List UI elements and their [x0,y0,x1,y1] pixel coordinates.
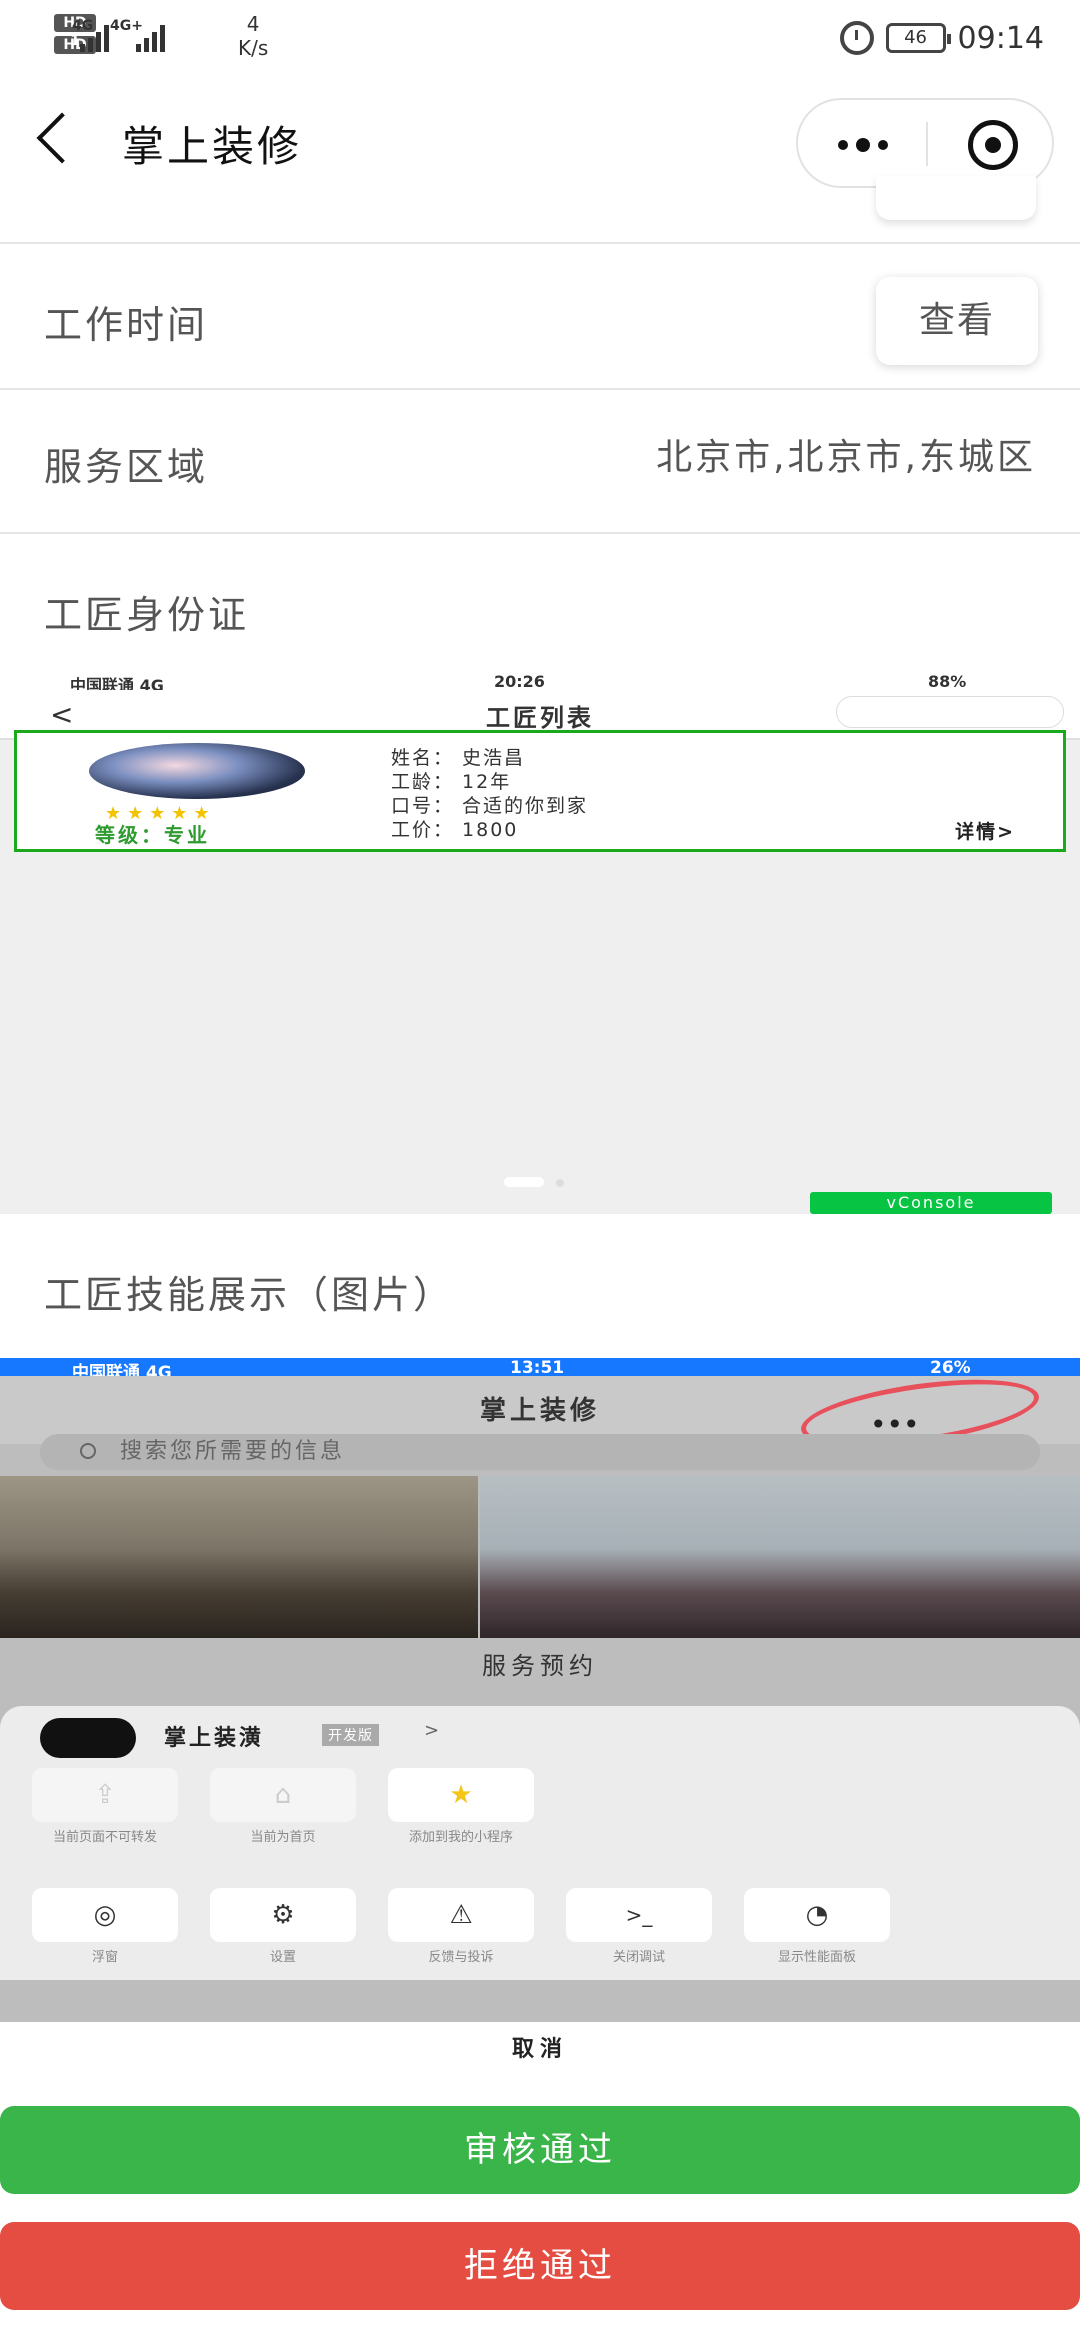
shot2-battery: 26% [930,1358,971,1378]
share-option-label: 当前页面不可转发 [52,1830,157,1845]
alarm-icon [839,21,874,55]
search-icon [80,1443,96,1459]
shot1-time: 20:26 [494,672,545,691]
home-icon: ⌂ [210,1768,356,1822]
vconsole-badge: vConsole [810,1192,1052,1214]
back-arrow-icon[interactable] [36,112,88,164]
id-card-label: 工匠身份证 [44,593,250,637]
status-bar: HD 1 HD 2 4G 4G+ 4 K/s 46 09:14 [0,0,1080,80]
carousel-indicator [504,1172,564,1191]
float-option-label: 浮窗 [91,1950,118,1965]
terminal-icon: >_ [566,1888,712,1942]
net-speed-value: 4 [246,12,260,36]
work-time-row: 工作时间 查看 [0,242,1080,388]
service-area-value: 北京市,北京市,东城区 [656,437,1036,478]
add-option-label: 添加到我的小程序 [408,1830,513,1845]
home-option: ⌂ 当前为首页 [210,1768,356,1845]
net-speed-unit: K/s [238,36,269,60]
craftsman-avatar [89,743,305,799]
craftsman-level: 等级：专业 [95,823,210,847]
settings-option: ⚙ 设置 [210,1888,356,1965]
sheet-cancel: 取消 [0,2022,1080,2078]
battery-icon: 46 [885,23,951,53]
shot2-search-bar: 搜索您所需要的信息 [40,1434,1040,1470]
skill-label: 工匠技能展示（图片） [44,1273,455,1317]
id-card-row: 工匠身份证 [0,532,1080,672]
craftsman-price: 工价： 1800 [391,819,519,841]
miniprogram-logo [40,1718,136,1758]
float-icon: ◎ [32,1888,178,1942]
miniprogram-capsule [796,98,1054,188]
shot2-service-label: 服务预约 [482,1652,598,1680]
capsule-divider [926,122,928,166]
share-option: ⇪ 当前页面不可转发 [32,1768,178,1845]
view-work-time-button[interactable]: 查看 [876,277,1038,365]
close-miniprogram-icon[interactable] [968,120,1018,170]
craftsman-card: ★★★★★ 等级：专业 姓名： 史浩昌 工龄： 12年 口号： 合适的你到家 工… [14,730,1066,852]
signal-bars-2-icon [136,22,165,52]
living-room-photo-1 [0,1476,478,1638]
partial-button [876,176,1036,220]
shot2-search-placeholder: 搜索您所需要的信息 [120,1439,346,1464]
chevron-right-icon: > [424,1720,440,1741]
float-window-option: ◎ 浮窗 [32,1888,178,1965]
feedback-option-label: 反馈与投诉 [428,1950,494,1965]
miniprogram-name: 掌上装潢 [164,1726,265,1751]
home-option-label: 当前为首页 [250,1830,316,1845]
feedback-option: ⚠ 反馈与投诉 [388,1888,534,1965]
close-debug-option: >_ 关闭调试 [566,1888,712,1965]
skill-image[interactable]: 中国联通 4G 13:51 26% 掌上装修 ••• 搜索您所需要的信息 服务预… [0,1358,1080,2078]
performance-panel-option: ◔ 显示性能面板 [744,1888,890,1965]
skill-row: 工匠技能展示（图片） [0,1214,1080,1358]
more-menu-icon[interactable] [838,138,888,152]
warning-icon: ⚠ [388,1888,534,1942]
net-speed: 4 K/s [238,12,268,60]
shot2-time: 13:51 [510,1358,565,1378]
settings-icon: ⚙ [210,1888,356,1942]
star-icon: ★ [388,1768,534,1822]
craftsman-detail-link: 详情> [955,821,1015,843]
status-time: 09:14 [957,20,1044,56]
performance-option-label: 显示性能面板 [777,1950,856,1965]
id-card-image[interactable]: 中国联通 4G 20:26 88% < 工匠列表 ★★★★★ 等级：专业 姓名：… [0,672,1080,1214]
shot1-battery: 88% [928,672,967,691]
living-room-photo-2 [480,1476,1080,1638]
craftsman-name: 姓名： 史浩昌 [391,747,526,769]
gauge-icon: ◔ [744,1888,890,1942]
service-area-row: 服务区域 北京市,北京市,东城区 [0,388,1080,532]
signal-bars-1-icon [80,22,109,52]
dev-version-badge: 开发版 [322,1724,379,1746]
craftsman-slogan: 口号： 合适的你到家 [391,795,589,817]
debug-option-label: 关闭调试 [612,1950,665,1965]
craftsman-years: 工龄： 12年 [391,771,512,793]
status-right: 46 09:14 [839,14,1044,62]
share-icon: ⇪ [32,1768,178,1822]
shot1-capsule [836,696,1064,728]
add-to-my-miniprogram-option: ★ 添加到我的小程序 [388,1768,534,1845]
reject-button[interactable]: 拒绝通过 [0,2222,1080,2310]
action-sheet: 掌上装潢 开发版 > ⇪ 当前页面不可转发 ⌂ 当前为首页 ★ 添加到我的小程序… [0,1706,1080,1980]
settings-option-label: 设置 [269,1950,296,1965]
service-area-label: 服务区域 [44,445,209,489]
shot2-status-bar: 中国联通 4G 13:51 26% [0,1358,1080,1383]
shot1-status-bar: 中国联通 4G 20:26 88% [0,672,1080,695]
page-title: 掌上装修 [122,122,303,171]
work-time-label: 工作时间 [44,303,209,347]
approve-button[interactable]: 审核通过 [0,2106,1080,2194]
